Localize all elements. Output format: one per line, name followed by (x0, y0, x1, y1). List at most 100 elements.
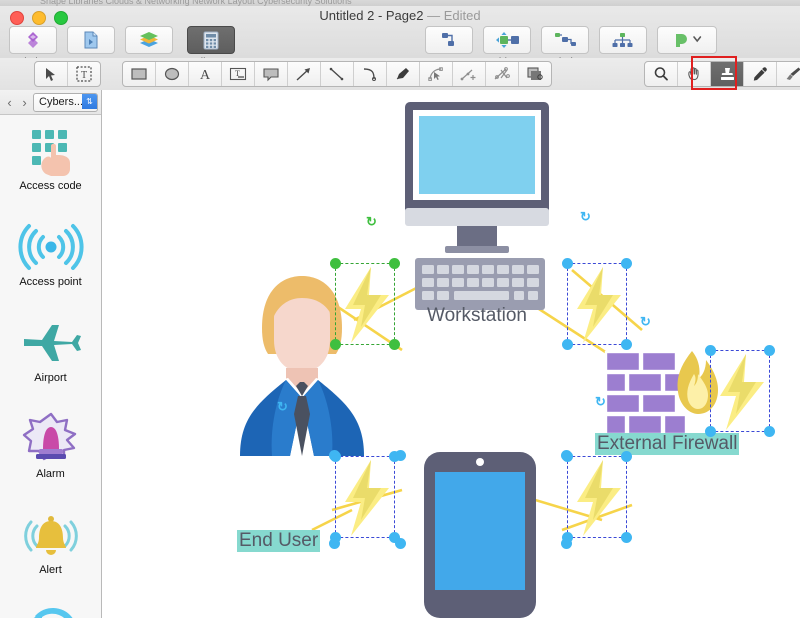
edited-indicator: — Edited (427, 8, 481, 23)
solutions-icon (9, 26, 57, 54)
resize-handle[interactable] (389, 339, 400, 350)
sidebar-item-restore[interactable] (0, 595, 101, 618)
add-point-tool[interactable] (453, 62, 486, 86)
resize-handle[interactable] (562, 339, 573, 350)
sidebar-item-access-code[interactable]: Access code (0, 115, 101, 211)
rotation-handle-green[interactable]: ↻ (366, 215, 377, 228)
resize-handle[interactable] (389, 258, 400, 269)
sidebar-item-label: Alarm (36, 468, 65, 480)
rectangle-tool[interactable] (123, 62, 156, 86)
sidebar-item-label: Alert (39, 564, 62, 576)
svg-text:A: A (200, 68, 211, 83)
sidebar-item-access-point[interactable]: Access point (0, 211, 101, 307)
alert-bell-icon (20, 507, 82, 563)
arrow-tool[interactable] (288, 62, 321, 86)
selection-frame-blue[interactable] (562, 258, 632, 350)
resize-handle[interactable] (764, 426, 775, 437)
text-block-tool[interactable]: T (222, 62, 255, 86)
document-title-text: Untitled 2 - Page2 (319, 8, 424, 23)
resize-handle[interactable] (561, 538, 572, 549)
sidebar-item-label: Access code (19, 180, 82, 192)
rotation-handle-blue[interactable]: ↻ (277, 400, 288, 413)
pages-icon (67, 26, 115, 54)
smart-connector-icon (425, 26, 473, 54)
workstation-label: Workstation (427, 305, 527, 326)
resize-handle[interactable] (561, 450, 572, 461)
operations-icon (657, 26, 717, 54)
callout-tool[interactable] (255, 62, 288, 86)
eyedropper-tool[interactable] (744, 62, 777, 86)
resize-handle[interactable] (705, 345, 716, 356)
library-select-value: Cybers... (39, 96, 84, 108)
selection-frame-blue[interactable] (330, 451, 400, 543)
svg-text:T: T (81, 70, 87, 81)
resize-handle[interactable] (395, 538, 406, 549)
pen-tool[interactable] (387, 62, 420, 86)
airport-icon (20, 315, 82, 371)
ellipse-tool[interactable] (156, 62, 189, 86)
chevron-updown-icon: ⇅ (82, 93, 97, 109)
end-user-label: End User (237, 530, 321, 552)
delete-point-tool[interactable] (486, 62, 519, 86)
layers-icon (125, 26, 173, 54)
sidebar-item-alarm[interactable]: Alarm (0, 403, 101, 499)
title-bar: Untitled 2 - Page2 — Edited Solutions (0, 6, 800, 68)
curve-tool[interactable] (354, 62, 387, 86)
resize-handle[interactable] (330, 339, 341, 350)
resize-handle[interactable] (621, 258, 632, 269)
line-tool[interactable] (321, 62, 354, 86)
resize-handle[interactable] (329, 450, 340, 461)
view-tools-group (644, 61, 800, 87)
pointer-tool[interactable] (35, 62, 68, 86)
tree-icon (599, 26, 647, 54)
selection-frame-blue[interactable] (705, 345, 775, 437)
sidebar-item-alert[interactable]: Alert (0, 499, 101, 595)
resize-handle[interactable] (395, 450, 406, 461)
library-sidebar: ‹ › Cybers... ⇅ Access code Access point… (0, 90, 102, 618)
library-select[interactable]: Cybers... ⇅ (33, 92, 98, 112)
rotation-handle-blue[interactable]: ↻ (595, 395, 606, 408)
alarm-icon (22, 411, 80, 467)
stamp-tool[interactable] (711, 62, 744, 86)
selection-frame-blue[interactable] (562, 451, 632, 543)
app-window: Shape Libraries Clouds & Networking Netw… (0, 0, 800, 618)
sidebar-header: ‹ › Cybers... ⇅ (0, 90, 101, 115)
selection-frame-green[interactable] (330, 258, 400, 350)
tools-toolbar: T A T (0, 58, 800, 91)
library-shape-list[interactable]: Access code Access point Airport Alarm A… (0, 115, 101, 618)
resize-handle[interactable] (764, 345, 775, 356)
library-forward-button[interactable]: › (18, 95, 31, 110)
rapid-draw-icon (483, 26, 531, 54)
sidebar-item-airport[interactable]: Airport (0, 307, 101, 403)
resize-handle[interactable] (621, 339, 632, 350)
access-code-icon (24, 123, 78, 179)
rotation-handle-blue[interactable]: ↻ (580, 210, 591, 223)
external-firewall-label: External Firewall (595, 433, 740, 455)
resize-handle[interactable] (330, 258, 341, 269)
document-title: Untitled 2 - Page2 — Edited (0, 8, 800, 23)
resize-handle[interactable] (562, 258, 573, 269)
resize-handle[interactable] (329, 538, 340, 549)
sidebar-item-label: Access point (19, 276, 82, 288)
text-tool[interactable]: A (189, 62, 222, 86)
shadow-tool[interactable] (519, 62, 551, 86)
sidebar-item-label: Airport (34, 372, 67, 384)
resize-handle[interactable] (621, 532, 632, 543)
access-point-icon (17, 219, 84, 275)
chain-icon (541, 26, 589, 54)
library-icon (187, 26, 235, 54)
restore-arrow-icon (21, 603, 81, 618)
resize-handle[interactable] (621, 451, 632, 462)
diagram-canvas[interactable]: Workstation End User External Firewall ↻… (102, 90, 800, 618)
selection-tools-group: T (34, 61, 101, 87)
format-painter-tool[interactable] (777, 62, 800, 86)
pan-tool[interactable] (678, 62, 711, 86)
edit-points-tool[interactable] (420, 62, 453, 86)
resize-handle[interactable] (705, 426, 716, 437)
shape-tools-group: A T (122, 61, 552, 87)
zoom-tool[interactable] (645, 62, 678, 86)
node-mobile-device[interactable] (420, 450, 540, 618)
rotation-handle-blue[interactable]: ↻ (640, 315, 651, 328)
text-select-tool[interactable]: T (68, 62, 100, 86)
library-back-button[interactable]: ‹ (3, 95, 16, 110)
